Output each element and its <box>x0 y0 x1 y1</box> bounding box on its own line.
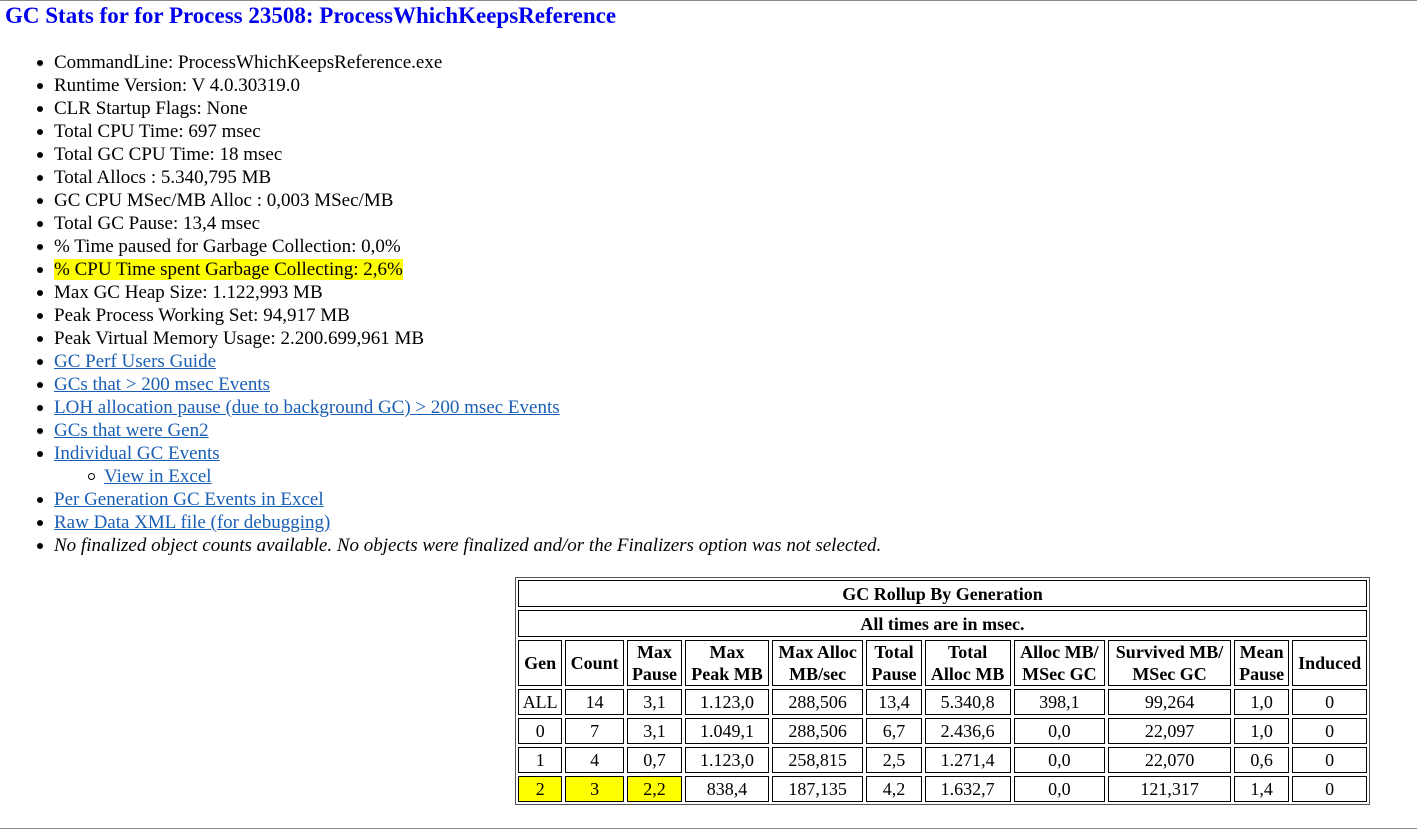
cell: 7 <box>565 718 624 744</box>
col-total-pause: Total Pause <box>866 640 922 686</box>
cell: 838,4 <box>685 776 769 802</box>
cell: 3,1 <box>626 718 683 744</box>
table-row: 0 7 3,1 1.049,1 288,506 6,7 2.436,6 0,0 … <box>518 718 1367 744</box>
col-alloc-msec: Alloc MB/MSec GC <box>1013 640 1106 686</box>
cell: 0,0 <box>1013 776 1106 802</box>
cell: 0,0 <box>1013 718 1106 744</box>
col-max-peak: Max Peak MB <box>685 640 769 686</box>
col-mean-pause: Mean Pause <box>1234 640 1290 686</box>
cell: 0 <box>1292 776 1367 802</box>
link-gcs-200[interactable]: GCs that > 200 msec Events <box>54 374 270 395</box>
cell: 3 <box>565 776 624 802</box>
col-induced: Induced <box>1292 640 1367 686</box>
stat-clr-flags: CLR Startup Flags: None <box>36 97 881 120</box>
cell: 13,4 <box>866 689 922 715</box>
stat-time-paused: % Time paused for Garbage Collection: 0,… <box>36 235 881 258</box>
link-users-guide[interactable]: GC Perf Users Guide <box>54 351 216 372</box>
link-gen2[interactable]: GCs that were Gen2 <box>54 420 209 441</box>
bottom-rule <box>0 828 1417 829</box>
finalizer-note: No finalized object counts available. No… <box>36 535 882 556</box>
link-individual-gc-events[interactable]: Individual GC Events <box>54 443 220 464</box>
stat-peak-virtual: Peak Virtual Memory Usage: 2.200.699,961… <box>36 327 881 350</box>
cell: 3,1 <box>626 689 683 715</box>
stat-peak-working-set: Peak Process Working Set: 94,917 MB <box>36 304 881 327</box>
list-item-view-excel: View in Excel <box>54 465 881 488</box>
cell: 187,135 <box>771 776 864 802</box>
col-max-pause: Max Pause <box>626 640 683 686</box>
stat-total-gc-cpu: Total GC CPU Time: 18 msec <box>36 143 881 166</box>
cell: 1.123,0 <box>685 689 769 715</box>
col-survived: Survived MB/MSec GC <box>1108 640 1231 686</box>
cell: 288,506 <box>771 689 864 715</box>
rollup-caption: GC Rollup By Generation <box>518 580 1367 607</box>
stat-gc-cpu-per-mb: GC CPU MSec/MB Alloc : 0,003 MSec/MB <box>36 189 881 212</box>
cell: 2.436,6 <box>924 718 1011 744</box>
cell: 288,506 <box>771 718 864 744</box>
cell: 1.271,4 <box>924 747 1011 773</box>
cell: 1,4 <box>1234 776 1290 802</box>
cell: 2 <box>518 776 563 802</box>
link-view-in-excel[interactable]: View in Excel <box>104 466 212 487</box>
cell: 0,7 <box>626 747 683 773</box>
cell: 5.340,8 <box>924 689 1011 715</box>
list-item-gen2: GCs that were Gen2 <box>36 419 881 442</box>
stats-list: CommandLine: ProcessWhichKeepsReference.… <box>36 51 882 557</box>
col-gen: Gen <box>518 640 563 686</box>
list-item-users-guide: GC Perf Users Guide <box>36 350 881 373</box>
col-total-alloc: Total Alloc MB <box>924 640 1011 686</box>
cell: 1.123,0 <box>685 747 769 773</box>
cell: 0,6 <box>1234 747 1290 773</box>
cell: 2,5 <box>866 747 922 773</box>
stat-total-gc-pause: Total GC Pause: 13,4 msec <box>36 212 881 235</box>
cell: 1,0 <box>1234 689 1290 715</box>
cell: 14 <box>565 689 624 715</box>
cell: 1 <box>518 747 563 773</box>
table-row: 2 3 2,2 838,4 187,135 4,2 1.632,7 0,0 12… <box>518 776 1367 802</box>
cell: 6,7 <box>866 718 922 744</box>
stat-cpu-time-gc: % CPU Time spent Garbage Collecting: 2,6… <box>36 258 881 281</box>
top-rule <box>0 0 1417 1</box>
list-item-loh-pause: LOH allocation pause (due to background … <box>36 396 881 419</box>
stat-total-allocs: Total Allocs : 5.340,795 MB <box>36 166 881 189</box>
col-count: Count <box>565 640 624 686</box>
table-row: 1 4 0,7 1.123,0 258,815 2,5 1.271,4 0,0 … <box>518 747 1367 773</box>
cell: 2,2 <box>626 776 683 802</box>
cell: 1,0 <box>1234 718 1290 744</box>
rollup-subcaption: All times are in msec. <box>518 610 1367 637</box>
cell: 1.632,7 <box>924 776 1011 802</box>
cell: 1.049,1 <box>685 718 769 744</box>
cell: ALL <box>518 689 563 715</box>
cell: 4 <box>565 747 624 773</box>
col-max-alloc: Max Alloc MB/sec <box>771 640 864 686</box>
link-per-gen-excel[interactable]: Per Generation GC Events in Excel <box>54 489 324 510</box>
cell: 0 <box>1292 718 1367 744</box>
cell: 121,317 <box>1108 776 1231 802</box>
list-item-gcs-200: GCs that > 200 msec Events <box>36 373 881 396</box>
cell: 258,815 <box>771 747 864 773</box>
cell: 0 <box>1292 747 1367 773</box>
rollup-table: GC Rollup By Generation All times are in… <box>515 577 1370 805</box>
cell: 22,070 <box>1108 747 1231 773</box>
highlighted-stat: % CPU Time spent Garbage Collecting: 2,6… <box>54 259 403 280</box>
list-item-individual: Individual GC Events <box>36 442 881 465</box>
cell: 0 <box>518 718 563 744</box>
rollup-header-row: Gen Count Max Pause Max Peak MB Max Alloc M… <box>518 640 1367 686</box>
link-loh-pause[interactable]: LOH allocation pause (due to background … <box>54 397 560 418</box>
table-row: ALL 14 3,1 1.123,0 288,506 13,4 5.340,8 … <box>518 689 1367 715</box>
cell: 4,2 <box>866 776 922 802</box>
stat-runtime-version: Runtime Version: V 4.0.30319.0 <box>36 74 881 97</box>
cell: 0 <box>1292 689 1367 715</box>
stat-command-line: CommandLine: ProcessWhichKeepsReference.… <box>36 51 881 74</box>
list-item-raw-xml: Raw Data XML file (for debugging) <box>36 511 881 534</box>
cell: 22,097 <box>1108 718 1231 744</box>
gc-rollup-table: GC Rollup By Generation All times are in… <box>515 577 1370 805</box>
cell: 0,0 <box>1013 747 1106 773</box>
link-raw-xml[interactable]: Raw Data XML file (for debugging) <box>54 512 330 533</box>
stat-total-cpu: Total CPU Time: 697 msec <box>36 120 881 143</box>
list-item-per-gen-excel: Per Generation GC Events in Excel <box>36 488 881 511</box>
cell: 99,264 <box>1108 689 1231 715</box>
page-title: GC Stats for for Process 23508: ProcessW… <box>5 3 617 28</box>
stat-max-heap: Max GC Heap Size: 1.122,993 MB <box>36 281 881 304</box>
cell: 398,1 <box>1013 689 1106 715</box>
